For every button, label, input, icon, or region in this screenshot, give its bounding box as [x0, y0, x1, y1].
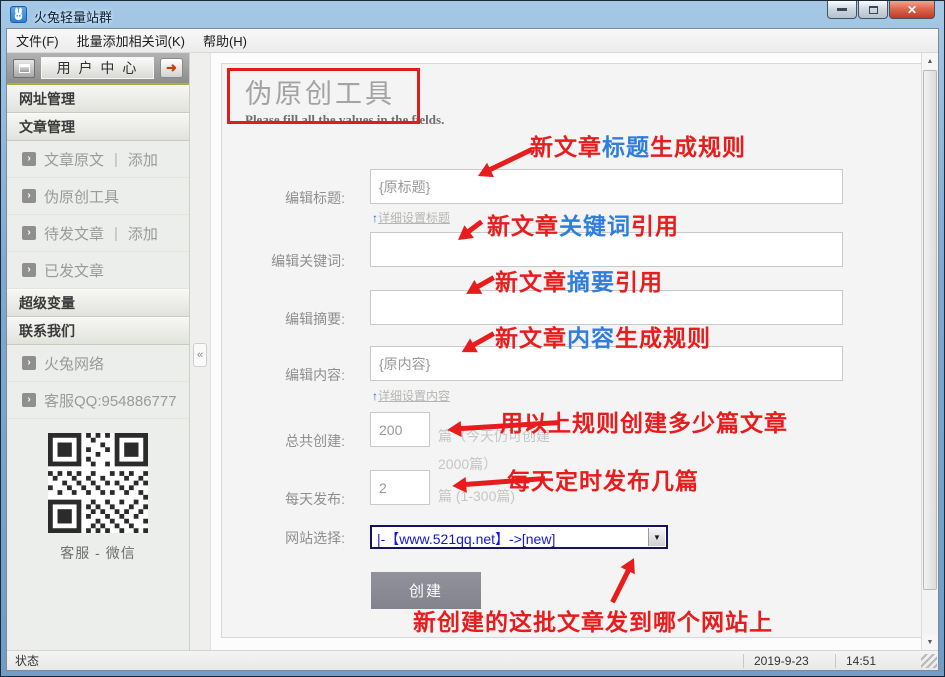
- content-detail-link[interactable]: ↑详细设置内容: [372, 387, 450, 404]
- menu-file[interactable]: 文件(F): [7, 29, 68, 52]
- dropdown-arrow-icon[interactable]: ▼: [648, 528, 665, 546]
- sidebar: 用 户 中 心 ➜ 网址管理 文章管理 › 文章原文 | 添加 › 伪原创工具 …: [7, 53, 190, 650]
- annotation-target-site: 新创建的这批文章发到哪个网站上: [413, 603, 773, 637]
- sidebar-link-add-article[interactable]: 添加: [128, 149, 158, 170]
- window-title: 火兔轻量站群: [34, 7, 112, 26]
- minimize-button[interactable]: [827, 1, 857, 19]
- daily-publish-label: 每天发布:: [227, 489, 345, 509]
- summary-field-label: 编辑摘要:: [227, 309, 345, 329]
- scroll-down-icon[interactable]: ▼: [922, 634, 938, 650]
- sidebar-item-published-articles[interactable]: › 已发文章: [7, 252, 189, 289]
- chevron-right-icon: ›: [22, 356, 36, 370]
- page-subtitle: Please fill all the values in the fields…: [245, 112, 444, 128]
- annotation-title-rule: 新文章标题生成规则: [530, 128, 746, 162]
- sidebar-header-article-management[interactable]: 文章管理: [7, 113, 189, 141]
- keywords-field-label: 编辑关键词:: [227, 251, 345, 271]
- arrow-right-icon[interactable]: ➜: [160, 58, 183, 78]
- rabbit-logo-icon: [10, 6, 27, 23]
- maximize-button[interactable]: [858, 1, 888, 19]
- red-arrow-icon: [605, 555, 641, 606]
- window-icon[interactable]: [13, 59, 35, 78]
- chevron-right-icon: ›: [22, 263, 36, 277]
- title-input[interactable]: [370, 169, 843, 204]
- chevron-right-icon: ›: [22, 189, 36, 203]
- annotation-keywords-ref: 新文章关键词引用: [487, 207, 679, 241]
- sidebar-item-article-source[interactable]: › 文章原文 | 添加: [7, 141, 189, 178]
- sidebar-link-add-pending[interactable]: 添加: [128, 223, 158, 244]
- sidebar-toolbar: 用 户 中 心 ➜: [7, 53, 189, 85]
- sidebar-item-huotu-network[interactable]: › 火兔网络: [7, 345, 189, 382]
- content-field-label: 编辑内容:: [227, 365, 345, 385]
- chevron-right-icon: ›: [22, 226, 36, 240]
- status-date: 2019-9-23: [743, 654, 835, 668]
- menu-batch-add-keywords[interactable]: 批量添加相关词(K): [68, 29, 194, 52]
- menu-bar: 文件(F) 批量添加相关词(K) 帮助(H): [7, 29, 938, 53]
- client-area: 文件(F) 批量添加相关词(K) 帮助(H) 用 户 中 心 ➜ 网址管理 文章…: [6, 28, 939, 671]
- sidebar-item-service-qq[interactable]: › 客服QQ:954886777: [7, 382, 189, 419]
- status-time: 14:51: [835, 654, 921, 668]
- annotation-summary-ref: 新文章摘要引用: [495, 263, 663, 297]
- qr-caption: 客服 - 微信: [7, 543, 189, 563]
- title-field-label: 编辑标题:: [227, 188, 345, 208]
- total-create-input[interactable]: [370, 412, 430, 447]
- vertical-scrollbar[interactable]: ▲ ▼: [921, 53, 938, 650]
- collapse-sidebar-icon[interactable]: «: [193, 343, 207, 367]
- total-create-suffix2: 2000篇）: [438, 454, 497, 474]
- chevron-right-icon: ›: [22, 393, 36, 407]
- chevron-right-icon: ›: [22, 152, 36, 166]
- scroll-up-icon[interactable]: ▲: [922, 53, 938, 69]
- daily-publish-input[interactable]: [370, 470, 430, 505]
- annotation-content-rule: 新文章内容生成规则: [495, 319, 711, 353]
- user-center-button[interactable]: 用 户 中 心: [41, 57, 154, 79]
- qr-code: [48, 433, 148, 533]
- site-select-label: 网站选择:: [227, 528, 345, 548]
- page-title: 伪原创工具: [245, 72, 395, 111]
- sidebar-item-pending-articles[interactable]: › 待发文章 | 添加: [7, 215, 189, 252]
- sidebar-header-super-variables[interactable]: 超级变量: [7, 289, 189, 317]
- main-content: 伪原创工具 Please fill all the values in the …: [211, 53, 921, 650]
- menu-help[interactable]: 帮助(H): [194, 29, 256, 52]
- splitter[interactable]: «: [190, 53, 211, 650]
- status-bar: 状态 2019-9-23 14:51: [7, 650, 938, 670]
- site-select-value: |-【www.521qq.net】->[new]: [377, 529, 555, 549]
- total-create-label: 总共创建:: [227, 431, 345, 451]
- status-text: 状态: [7, 652, 743, 669]
- resize-grip[interactable]: [921, 654, 937, 668]
- sidebar-header-url-management[interactable]: 网址管理: [7, 85, 189, 113]
- sidebar-header-contact-us[interactable]: 联系我们: [7, 317, 189, 345]
- sidebar-item-pseudo-original-tool[interactable]: › 伪原创工具: [7, 178, 189, 215]
- app-window: 火兔轻量站群 ✕ 文件(F) 批量添加相关词(K) 帮助(H) 用 户 中 心 …: [0, 0, 945, 677]
- title-bar[interactable]: 火兔轻量站群 ✕: [1, 1, 944, 28]
- site-select-dropdown[interactable]: |-【www.521qq.net】->[new] ▼: [370, 525, 668, 549]
- title-detail-link[interactable]: ↑详细设置标题: [372, 209, 450, 226]
- scrollbar-thumb[interactable]: [923, 70, 937, 590]
- close-button[interactable]: ✕: [889, 1, 935, 19]
